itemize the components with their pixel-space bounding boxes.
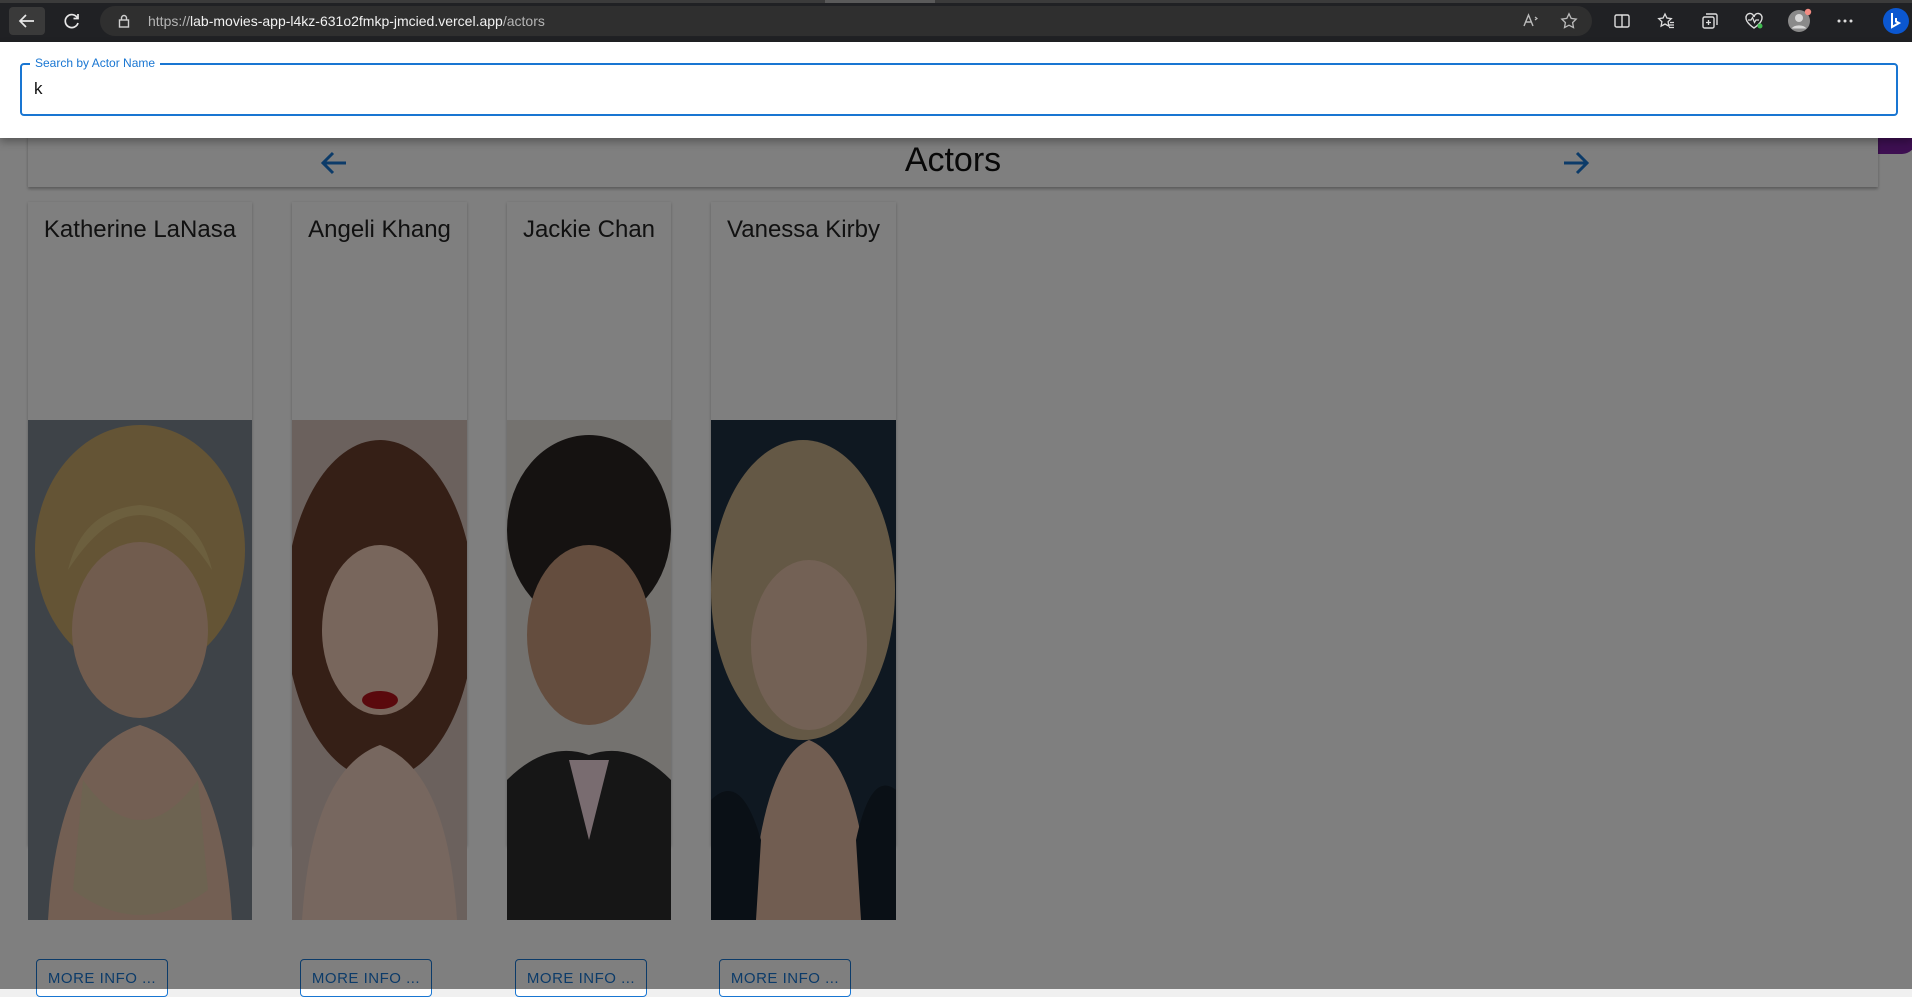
browser-toolbar: https://lab-movies-app-l4kz-631o2fmkp-jm… [0,0,1912,42]
lock-icon [118,14,130,28]
split-screen-button[interactable] [1609,8,1635,34]
url-text[interactable]: https://lab-movies-app-l4kz-631o2fmkp-jm… [148,13,545,29]
read-aloud-button[interactable] [1518,8,1544,34]
star-icon [1560,12,1578,29]
arrow-left-icon [18,14,34,28]
read-aloud-icon [1523,13,1538,27]
search-field: Search by Actor Name [20,56,1898,116]
split-screen-icon [1614,14,1630,28]
profile-icon [1788,8,1812,32]
refresh-button[interactable] [54,7,90,35]
tab-strip [0,0,1912,3]
search-input[interactable] [34,77,1874,101]
favorites-button[interactable] [1653,8,1679,34]
more-icon [1837,19,1853,23]
collections-button[interactable] [1697,8,1723,34]
browser-essentials-icon [1745,12,1763,29]
copilot-icon [1883,8,1909,34]
browser-essentials-button[interactable] [1741,8,1767,34]
search-drawer: Search by Actor Name [0,42,1912,138]
profile-button[interactable] [1786,8,1812,34]
address-bar[interactable]: https://lab-movies-app-l4kz-631o2fmkp-jm… [100,6,1592,36]
refresh-icon [64,13,79,29]
modal-backdrop[interactable] [0,42,1912,989]
copilot-button[interactable] [1882,7,1910,35]
more-button[interactable] [1832,8,1858,34]
url-path: /actors [502,13,545,29]
collections-icon [1702,13,1718,29]
search-label: Search by Actor Name [30,56,161,70]
url-host: lab-movies-app-l4kz-631o2fmkp-jmcied.ver… [190,13,503,29]
back-button[interactable] [9,7,45,35]
favorite-button[interactable] [1556,8,1582,34]
favorites-icon [1657,12,1674,29]
